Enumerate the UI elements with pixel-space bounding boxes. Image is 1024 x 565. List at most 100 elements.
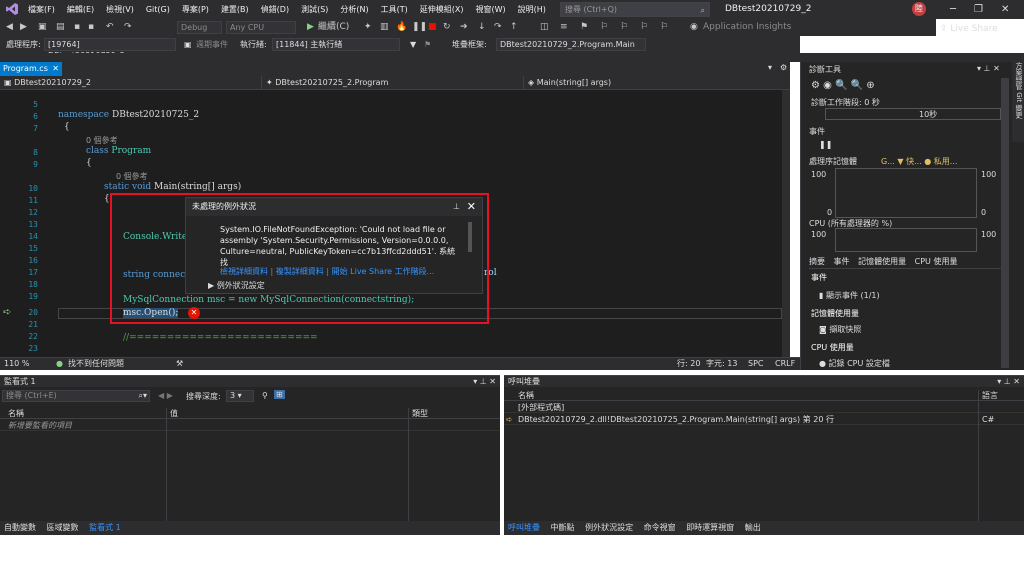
menu-debug[interactable]: 偵錯(D)	[255, 0, 295, 19]
back-icon[interactable]: ◀	[6, 21, 13, 34]
lifecycle-icon[interactable]: ▣	[184, 36, 192, 53]
tab-cpu-usage[interactable]: CPU 使用量	[915, 257, 958, 266]
forward-icon[interactable]: ▶	[20, 21, 27, 34]
new-item-icon[interactable]: ▣	[38, 21, 47, 34]
configuration-dropdown[interactable]: Debug	[177, 21, 222, 34]
comment-icon[interactable]: ≡	[560, 21, 568, 34]
editor-vertical-scrollbar[interactable]	[782, 90, 790, 357]
depth-dropdown[interactable]: 3 ▾	[226, 390, 254, 402]
hot-reload-icon[interactable]: 🔥	[396, 21, 407, 34]
watch-search-input[interactable]: 搜尋 (Ctrl+E) ⌕▾	[2, 390, 150, 402]
memory-section-header[interactable]: 處理序記憶體	[809, 156, 857, 167]
side-tool-strip[interactable]: 方案總管 Git 變更	[1012, 62, 1024, 142]
show-next-statement-icon[interactable]: ➔	[460, 21, 468, 34]
bookmark-clear-icon[interactable]: ⚐	[640, 21, 648, 34]
restore-icon[interactable]: ❐	[974, 4, 983, 15]
flag-icon[interactable]: ⚑	[424, 36, 431, 53]
tab-events[interactable]: 事件	[834, 257, 850, 266]
menu-window[interactable]: 視窗(W)	[470, 0, 512, 19]
bookmark-next-icon[interactable]: ⚐	[620, 21, 628, 34]
tab-breakpoints[interactable]: 中斷點	[547, 523, 579, 532]
exception-settings-toggle[interactable]: ▶ 例外狀況設定	[208, 280, 265, 291]
events-section-header[interactable]: 事件	[809, 126, 825, 137]
bookmark-toggle-icon[interactable]: ⚐	[660, 21, 668, 34]
fire-icon[interactable]: ✦	[364, 21, 372, 34]
thread-dropdown[interactable]: [11844] 主執行緒	[272, 38, 400, 51]
col-name[interactable]: 名稱	[518, 390, 534, 401]
bookmark-icon[interactable]: ⚑	[580, 21, 588, 34]
pin-icon[interactable]: ⊥	[453, 198, 460, 216]
start-live-share-link[interactable]: 開始 Live Share 工作階段...	[332, 267, 435, 276]
nav-class-dropdown[interactable]: ✦ DBtest20210725_2.Program	[266, 76, 524, 89]
menu-tools[interactable]: 工具(T)	[375, 0, 414, 19]
tab-program-cs[interactable]: Program.cs ✕	[0, 62, 62, 76]
tab-summary[interactable]: 摘要	[809, 257, 825, 266]
reference-count[interactable]: 0 個參考	[86, 135, 118, 146]
error-icon[interactable]: ✕	[188, 307, 200, 319]
continue-icon[interactable]: ▶	[307, 21, 314, 34]
take-snapshot-button[interactable]: ◙ 擷取快照	[819, 324, 861, 335]
diag-scrollbar[interactable]	[1001, 78, 1009, 368]
menu-view[interactable]: 檢視(V)	[100, 0, 140, 19]
process-dropdown[interactable]: [19764] DBtest20210729_2.exe	[44, 38, 176, 60]
memory-graph[interactable]	[835, 168, 977, 218]
break-all-icon[interactable]: ❚❚	[412, 21, 427, 34]
redo-icon[interactable]: ↷	[124, 21, 132, 34]
menu-file[interactable]: 檔案(F)	[22, 0, 61, 19]
tab-call-stack[interactable]: 呼叫堆疊	[504, 523, 544, 532]
diag-toolbar-icons[interactable]: ⚙ ◉ 🔍 🔍 ⊕	[811, 80, 875, 91]
table-row[interactable]: ➪ DBtest20210729_2.dll!DBtest20210725_2.…	[504, 414, 1024, 425]
nav-member-dropdown[interactable]: ◈ Main(string[] args)	[528, 76, 786, 89]
col-name[interactable]: 名稱	[8, 408, 24, 419]
tab-exception-settings[interactable]: 例外狀況設定	[581, 523, 637, 532]
message-scrollbar[interactable]	[468, 222, 472, 252]
hex-view-icon[interactable]: ⊞	[274, 390, 285, 399]
settings-icon[interactable]: ⚙	[780, 63, 787, 72]
insights-icon[interactable]: ◉	[690, 21, 698, 34]
menu-help[interactable]: 說明(H)	[512, 0, 552, 19]
tab-locals[interactable]: 區域變數	[43, 523, 83, 532]
pause-icon[interactable]: ▥	[380, 21, 389, 34]
step-into-icon[interactable]: ↓	[478, 21, 486, 34]
bookmark-prev-icon[interactable]: ⚐	[600, 21, 608, 34]
tab-output[interactable]: 輸出	[741, 523, 765, 532]
save-icon[interactable]: ▪	[74, 21, 80, 34]
menu-analyze[interactable]: 分析(N)	[334, 0, 374, 19]
col-language[interactable]: 語言	[982, 390, 998, 401]
view-details-link[interactable]: 檢視詳細資料	[220, 267, 268, 276]
tab-memory-usage[interactable]: 記憶體使用量	[858, 257, 906, 266]
show-events-link[interactable]: ▮ 顯示事件 (1/1)	[819, 290, 880, 301]
search-input[interactable]: 搜尋 (Ctrl+Q) ⌕	[560, 2, 710, 17]
tab-autos[interactable]: 自動變數	[0, 523, 40, 532]
brush-icon[interactable]: ⚒	[176, 358, 183, 370]
col-type[interactable]: 類型	[412, 408, 428, 419]
menu-test[interactable]: 測試(S)	[295, 0, 334, 19]
reference-count[interactable]: 0 個參考	[116, 171, 148, 182]
menu-build[interactable]: 建置(B)	[215, 0, 255, 19]
panel-controls-icon[interactable]: ▾ ⊥ ✕	[473, 376, 496, 387]
lifecycle-events-label[interactable]: 週期事件	[196, 36, 228, 53]
menu-project[interactable]: 專案(P)	[176, 0, 215, 19]
issues-status[interactable]: 找不到任何問題	[68, 358, 124, 370]
undo-icon[interactable]: ↶	[106, 21, 114, 34]
cpu-graph[interactable]	[835, 228, 977, 252]
avatar[interactable]: 陸	[912, 2, 926, 16]
tab-immediate-window[interactable]: 即時運算視窗	[682, 523, 738, 532]
tab-command-window[interactable]: 命令視窗	[640, 523, 680, 532]
filter-icon[interactable]: ▼	[410, 36, 416, 53]
zoom-level[interactable]: 110 %	[4, 358, 29, 370]
live-share-button[interactable]: ⇪ Live Share	[940, 19, 998, 39]
stack-frame-dropdown[interactable]: DBtest20210729_2.Program.Main	[496, 38, 646, 51]
panel-menu-icon[interactable]: ▾ ⊥ ✕	[977, 64, 1000, 73]
nav-project-dropdown[interactable]: ▣ DBtest20210729_2	[4, 76, 262, 89]
menu-edit[interactable]: 編輯(E)	[61, 0, 100, 19]
search-nav-arrows-icon[interactable]: ◀ ▶	[158, 391, 173, 400]
save-all-icon[interactable]: ▪	[88, 21, 94, 34]
timeline-ruler[interactable]	[825, 108, 1001, 120]
menu-extensions[interactable]: 延伸模組(X)	[414, 0, 470, 19]
tab-dropdown-icon[interactable]: ▾	[768, 63, 772, 72]
restart-icon[interactable]: ↻	[443, 21, 451, 34]
table-row[interactable]: [外部程式碼]	[504, 402, 1024, 413]
continue-button[interactable]: 繼續(C)	[318, 21, 349, 34]
minimize-icon[interactable]: ─	[950, 4, 956, 15]
